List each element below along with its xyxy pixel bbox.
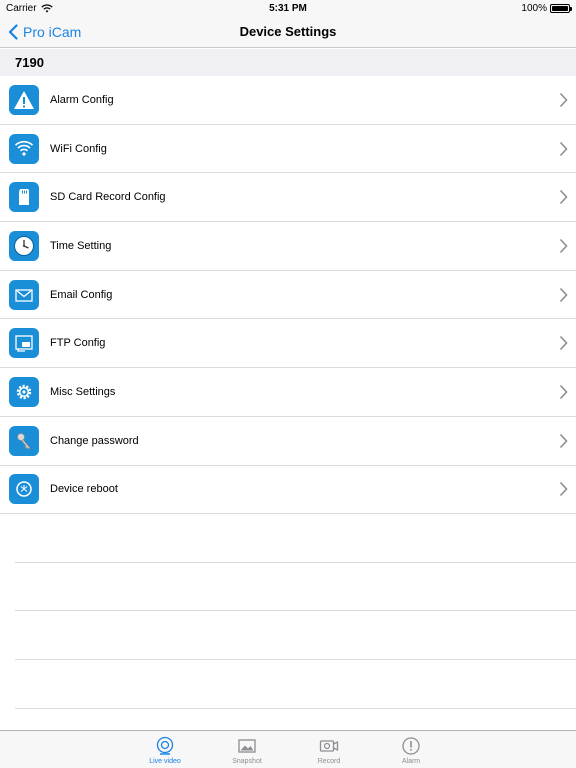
tab-label: Live video: [149, 758, 181, 765]
row-change-password[interactable]: Change password: [0, 416, 576, 466]
chevron-right-icon: [559, 384, 568, 400]
chevron-right-icon: [559, 433, 568, 448]
row-sd-card-config[interactable]: SD Card Record Config: [0, 173, 576, 223]
settings-list: Alarm Config WiFi Config SD Card Record …: [0, 76, 576, 515]
empty-row-separator: [15, 659, 576, 660]
chevron-right-icon: [559, 336, 568, 351]
back-label: Pro iCam: [23, 24, 82, 40]
tab-live-video[interactable]: Live video: [124, 731, 206, 768]
ftp-icon: [9, 328, 39, 359]
row-label: FTP Config: [50, 337, 106, 350]
row-label: Email Config: [50, 288, 113, 301]
row-label: Change password: [50, 434, 139, 447]
camera-lens-icon: [156, 736, 174, 755]
row-ftp-config[interactable]: FTP Config: [0, 319, 576, 369]
section-header: 7190: [0, 49, 576, 76]
empty-row-separator: [15, 562, 576, 563]
battery-percent: 100%: [521, 2, 547, 14]
empty-row-separator: [15, 708, 576, 709]
chevron-right-icon: [559, 482, 568, 497]
status-left: Carrier: [6, 3, 53, 14]
row-alarm-config[interactable]: Alarm Config: [0, 76, 576, 125]
carrier-label: Carrier: [6, 2, 37, 14]
tab-label: Snapshot: [232, 758, 262, 765]
chevron-left-icon: [8, 24, 18, 40]
row-label: SD Card Record Config: [50, 191, 166, 204]
tab-label: Alarm: [401, 758, 421, 765]
row-device-reboot[interactable]: Device reboot: [0, 465, 576, 515]
reboot-icon: [9, 474, 39, 505]
row-label: Time Setting: [50, 239, 112, 252]
tab-bar: Live video Snapshot Record Alarm: [0, 730, 576, 768]
wifi-icon: [9, 133, 39, 164]
empty-row-separator: [15, 610, 576, 611]
sd-card-icon: [9, 182, 39, 213]
wifi-signal-icon: [40, 3, 53, 12]
battery-icon: [550, 3, 572, 13]
row-email-config[interactable]: Email Config: [0, 270, 576, 320]
chevron-right-icon: [559, 92, 568, 107]
row-label: Misc Settings: [50, 385, 116, 398]
chevron-right-icon: [559, 190, 568, 205]
picture-icon: [238, 739, 256, 753]
row-misc-settings[interactable]: Misc Settings: [0, 368, 576, 417]
key-icon: [9, 425, 39, 456]
chevron-right-icon: [559, 287, 568, 302]
row-time-setting[interactable]: Time Setting: [0, 222, 576, 271]
warning-icon: [9, 84, 39, 115]
status-time: 5:31 PM: [269, 2, 307, 14]
tab-label: Record: [317, 758, 341, 765]
row-label: Device reboot: [50, 483, 118, 496]
envelope-icon: [9, 279, 39, 310]
tab-alarm[interactable]: Alarm: [370, 731, 452, 768]
video-camera-icon: [319, 740, 339, 752]
chevron-right-icon: [559, 238, 568, 253]
row-wifi-config[interactable]: WiFi Config: [0, 124, 576, 174]
chevron-right-icon: [559, 141, 568, 156]
row-label: WiFi Config: [50, 142, 107, 155]
gear-icon: [9, 376, 39, 407]
clock-icon: [9, 230, 39, 261]
status-right: 100%: [521, 2, 572, 14]
status-bar: Carrier 5:31 PM 100%: [0, 0, 576, 16]
navigation-bar: Pro iCam Device Settings: [0, 16, 576, 48]
page-title: Device Settings: [239, 24, 337, 39]
tab-record[interactable]: Record: [288, 731, 370, 768]
alert-icon: [402, 737, 420, 755]
row-label: Alarm Config: [50, 93, 114, 106]
tab-snapshot[interactable]: Snapshot: [206, 731, 288, 768]
back-button[interactable]: Pro iCam: [8, 16, 81, 48]
